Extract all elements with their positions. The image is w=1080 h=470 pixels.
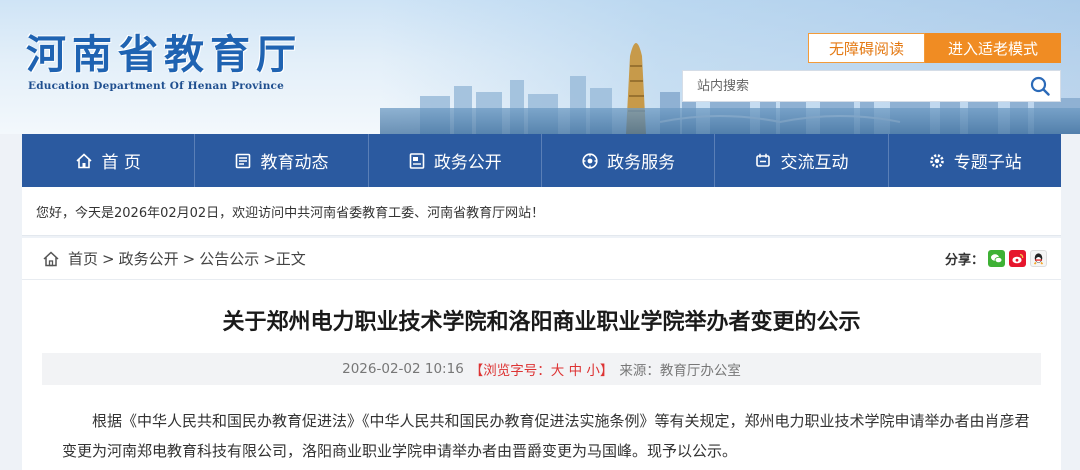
search-button[interactable] [1020, 71, 1060, 101]
interaction-icon [756, 153, 771, 167]
breadcrumb-home-link[interactable]: 首页 [68, 248, 98, 269]
nav-item-label: 首 页 [101, 153, 141, 173]
share-wechat-button[interactable] [988, 250, 1005, 267]
qq-icon [1033, 253, 1044, 265]
font-size-prefix: 【浏览字号： [469, 363, 551, 379]
home-icon [76, 152, 92, 168]
search-icon [1030, 76, 1050, 96]
share-qq-button[interactable] [1030, 250, 1047, 267]
article-meta: 2026-02-02 10:16 【浏览字号：大 中 小】 来源：教育厅办公室 [42, 353, 1041, 385]
breadcrumb-separator: > [182, 249, 196, 268]
document-icon [409, 152, 425, 169]
weibo-icon [1012, 253, 1024, 264]
breadcrumb-separator: > [102, 249, 115, 268]
article-source: 来源：教育厅办公室 [619, 363, 741, 379]
breadcrumb-current: >正文 [263, 250, 306, 268]
share-weibo-button[interactable] [1009, 250, 1026, 267]
font-size-small-button[interactable]: 小 [586, 363, 600, 379]
banner-water [380, 108, 1080, 134]
site-logo-title[interactable]: 河南省教育厅 [26, 22, 302, 80]
article-datetime: 2026-02-02 10:16 [342, 361, 464, 377]
search-input[interactable] [683, 71, 1020, 101]
home-icon [43, 250, 59, 266]
site-logo-subtitle: Education Department Of Henan Province [28, 80, 285, 92]
welcome-text: 您好，今天是2026年02月02日，欢迎访问中共河南省委教育工委、河南省教育厅网… [36, 205, 545, 221]
share-bar: 分享： [945, 249, 1047, 268]
nav-item-government-affairs[interactable]: 政务公开 [369, 134, 542, 187]
nav-item-special-sites[interactable]: 专题子站 [889, 134, 1061, 187]
nav-item-interaction[interactable]: 交流互动 [715, 134, 889, 187]
share-label: 分享： [944, 253, 984, 268]
breadcrumb-government-affairs-link[interactable]: 政务公开 [119, 248, 179, 269]
header-banner: 河南省教育厅 Education Department Of Henan Pro… [0, 0, 1080, 134]
nav-item-label: 交流互动 [780, 153, 849, 173]
breadcrumb-announcements-link[interactable]: 公告公示 [199, 248, 259, 269]
nav-item-label: 教育动态 [260, 153, 329, 173]
wechat-icon [991, 254, 1003, 264]
main-nav: 首 页 教育动态 政务公开 政务服务 交流互动 专题子站 [22, 134, 1061, 187]
accessible-reading-button[interactable]: 无障碍阅读 [808, 33, 925, 63]
nav-item-home[interactable]: 首 页 [22, 134, 196, 187]
font-size-medium-button[interactable]: 中 [569, 363, 583, 379]
article-title: 关于郑州电力职业技术学院和洛阳商业职业学院举办者变更的公示 [222, 310, 861, 335]
search-box [682, 70, 1061, 102]
gear-icon [929, 153, 944, 168]
news-icon [236, 153, 251, 168]
breadcrumb: 首页 > 政务公开 > 公告公示 >正文 分享： [22, 238, 1061, 280]
nav-item-education-news[interactable]: 教育动态 [195, 134, 369, 187]
nav-item-label: 政务公开 [433, 153, 502, 173]
font-size-suffix: 】 [599, 363, 614, 379]
article-panel: 首页 > 政务公开 > 公告公示 >正文 分享： 关于郑州电力职业技术学院和洛阳… [22, 238, 1061, 470]
font-size-large-button[interactable]: 大 [551, 363, 565, 379]
nav-item-government-services[interactable]: 政务服务 [542, 134, 716, 187]
nav-item-label: 专题子站 [953, 153, 1022, 173]
nav-item-label: 政务服务 [607, 153, 676, 173]
article-body: 根据《中华人民共和国民办教育促进法》《中华人民共和国民办教育促进法实施条例》等有… [62, 412, 1030, 460]
font-size-switcher: 【浏览字号：大 中 小】 [470, 359, 614, 379]
elderly-mode-button[interactable]: 进入适老模式 [925, 33, 1061, 63]
welcome-bar: 您好，今天是2026年02月02日，欢迎访问中共河南省委教育工委、河南省教育厅网… [22, 187, 1061, 236]
service-icon [582, 152, 598, 169]
